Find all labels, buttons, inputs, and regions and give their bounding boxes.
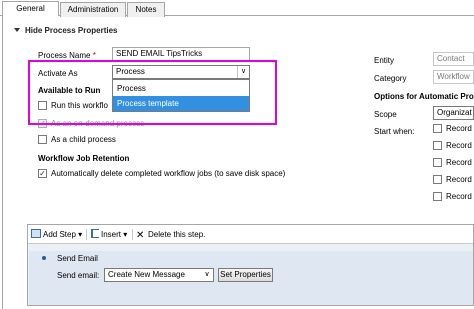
annotation-highlight-box (28, 60, 277, 125)
auto-delete-label: Automatically delete completed workflow … (51, 169, 286, 178)
record-label-3: Record (446, 158, 472, 167)
delete-x-icon: ✕ (136, 230, 145, 241)
start-when-checkbox-3[interactable] (433, 158, 442, 167)
insert-icon (91, 229, 99, 238)
category-value: Workflow (433, 70, 474, 84)
entity-value: Contact (433, 52, 474, 66)
scope-label: Scope (374, 110, 397, 119)
add-step-button[interactable]: Add Step ▾ (31, 229, 82, 240)
start-when-label: Start when: (374, 127, 415, 136)
chevron-down-icon[interactable]: ∨ (201, 269, 213, 281)
chevron-down-icon: ▾ (78, 230, 83, 239)
record-label-4: Record (446, 175, 472, 184)
send-email-label: Send email: (57, 271, 100, 280)
scope-select[interactable]: Organizat (433, 106, 474, 120)
start-when-checkbox-2[interactable] (433, 141, 442, 150)
process-name-input[interactable]: SEND EMAIL TipsTricks (112, 47, 250, 61)
workflow-job-retention-label: Workflow Job Retention (38, 154, 130, 163)
set-properties-button[interactable]: Set Properties (218, 268, 273, 282)
step-bullet-icon (42, 256, 46, 260)
steps-toolbar: Add Step ▾ Insert ▾ ✕ Delete this step. (28, 225, 473, 244)
record-label-2: Record (446, 141, 472, 150)
entity-label: Entity (374, 56, 395, 65)
record-label-1: Record (446, 124, 472, 133)
tab-administration[interactable]: Administration (60, 2, 126, 17)
child-process-label: As a child process (51, 135, 116, 144)
required-marker: * (92, 51, 96, 60)
hide-process-properties-toggle[interactable]: Hide Process Properties (14, 26, 117, 35)
add-step-icon (31, 229, 41, 238)
chevron-down-icon: ▾ (123, 230, 128, 239)
toolbar-divider (86, 229, 87, 240)
send-email-value: Create New Message (108, 270, 185, 279)
start-when-checkbox-5[interactable] (433, 192, 442, 201)
start-when-checkbox-4[interactable] (433, 175, 442, 184)
record-label-5: Record (446, 192, 472, 201)
collapse-triangle-icon (14, 28, 20, 32)
tab-notes[interactable]: Notes (127, 2, 165, 17)
toolbar-divider (132, 229, 133, 240)
category-label: Category (374, 74, 407, 83)
step-send-email[interactable]: Send Email Send email: Create New Messag… (29, 251, 473, 305)
section-title: Hide Process Properties (25, 26, 118, 35)
auto-delete-checkbox[interactable]: ✓ (38, 169, 47, 178)
child-process-checkbox[interactable] (38, 135, 47, 144)
delete-step-button[interactable]: ✕ Delete this step. (136, 229, 205, 241)
tab-general[interactable]: General (2, 1, 59, 16)
tab-strip: General Administration Notes (0, 0, 474, 17)
insert-button[interactable]: Insert ▾ (91, 229, 127, 240)
step-name: Send Email (57, 254, 98, 263)
workflow-steps-panel: Add Step ▾ Insert ▾ ✕ Delete this step. S… (27, 224, 474, 306)
process-name-label: Process Name * (38, 51, 96, 60)
automatic-process-options-label: Options for Automatic Proc (374, 92, 474, 101)
send-email-select[interactable]: Create New Message ∨ (104, 268, 214, 282)
start-when-checkbox-1[interactable] (433, 124, 442, 133)
